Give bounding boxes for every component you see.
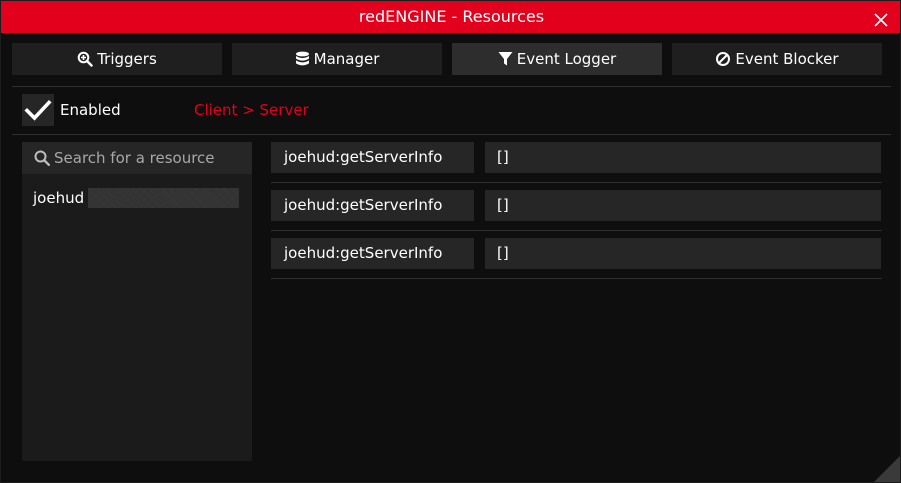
options-divider <box>12 134 891 135</box>
tab-bar: Triggers Manager Event Logger Event Bloc… <box>12 43 884 75</box>
table-row: joehud:getServerInfo [] <box>271 190 881 221</box>
row-divider <box>271 278 882 279</box>
event-args[interactable]: [] <box>485 142 881 173</box>
event-args[interactable]: [] <box>485 238 881 269</box>
tab-label: Event Logger <box>516 50 617 68</box>
enabled-checkbox[interactable] <box>22 94 54 126</box>
tab-label: Event Blocker <box>735 50 839 68</box>
tab-event-logger[interactable]: Event Logger <box>452 43 662 75</box>
title-bar[interactable]: redENGINE - Resources <box>1 1 900 33</box>
search-plus-icon <box>77 51 93 67</box>
event-name[interactable]: joehud:getServerInfo <box>271 190 474 221</box>
event-name[interactable]: joehud:getServerInfo <box>271 142 474 173</box>
tab-event-blocker[interactable]: Event Blocker <box>672 43 882 75</box>
event-name[interactable]: joehud:getServerInfo <box>271 238 474 269</box>
enabled-label: Enabled <box>60 101 121 119</box>
resource-panel: joehud <box>22 142 252 461</box>
resource-name: joehud <box>33 188 89 208</box>
checkmark-icon <box>24 99 52 121</box>
resource-search-input[interactable] <box>54 142 244 174</box>
database-icon <box>295 51 309 66</box>
event-args[interactable]: [] <box>485 190 881 221</box>
filter-icon <box>498 52 513 66</box>
close-icon <box>874 13 888 27</box>
resize-grip[interactable] <box>872 454 900 482</box>
list-item-joehud[interactable]: joehud <box>33 188 239 208</box>
ban-icon <box>716 52 731 66</box>
table-row: joehud:getServerInfo [] <box>271 142 881 173</box>
close-button[interactable] <box>872 8 890 27</box>
tab-manager[interactable]: Manager <box>232 43 442 75</box>
tab-divider <box>12 86 891 87</box>
table-row: joehud:getServerInfo [] <box>271 238 881 269</box>
tab-label: Manager <box>313 50 380 68</box>
window-title: redENGINE - Resources <box>358 7 545 26</box>
row-divider <box>271 230 882 231</box>
direction-label: Client > Server <box>194 101 309 119</box>
resize-grip-icon <box>874 456 900 482</box>
row-divider <box>271 182 882 183</box>
search-icon <box>34 150 50 166</box>
resource-search <box>22 142 252 174</box>
resources-window: redENGINE - Resources Triggers Manager E… <box>0 0 901 483</box>
tab-triggers[interactable]: Triggers <box>12 43 222 75</box>
tab-label: Triggers <box>97 50 157 68</box>
